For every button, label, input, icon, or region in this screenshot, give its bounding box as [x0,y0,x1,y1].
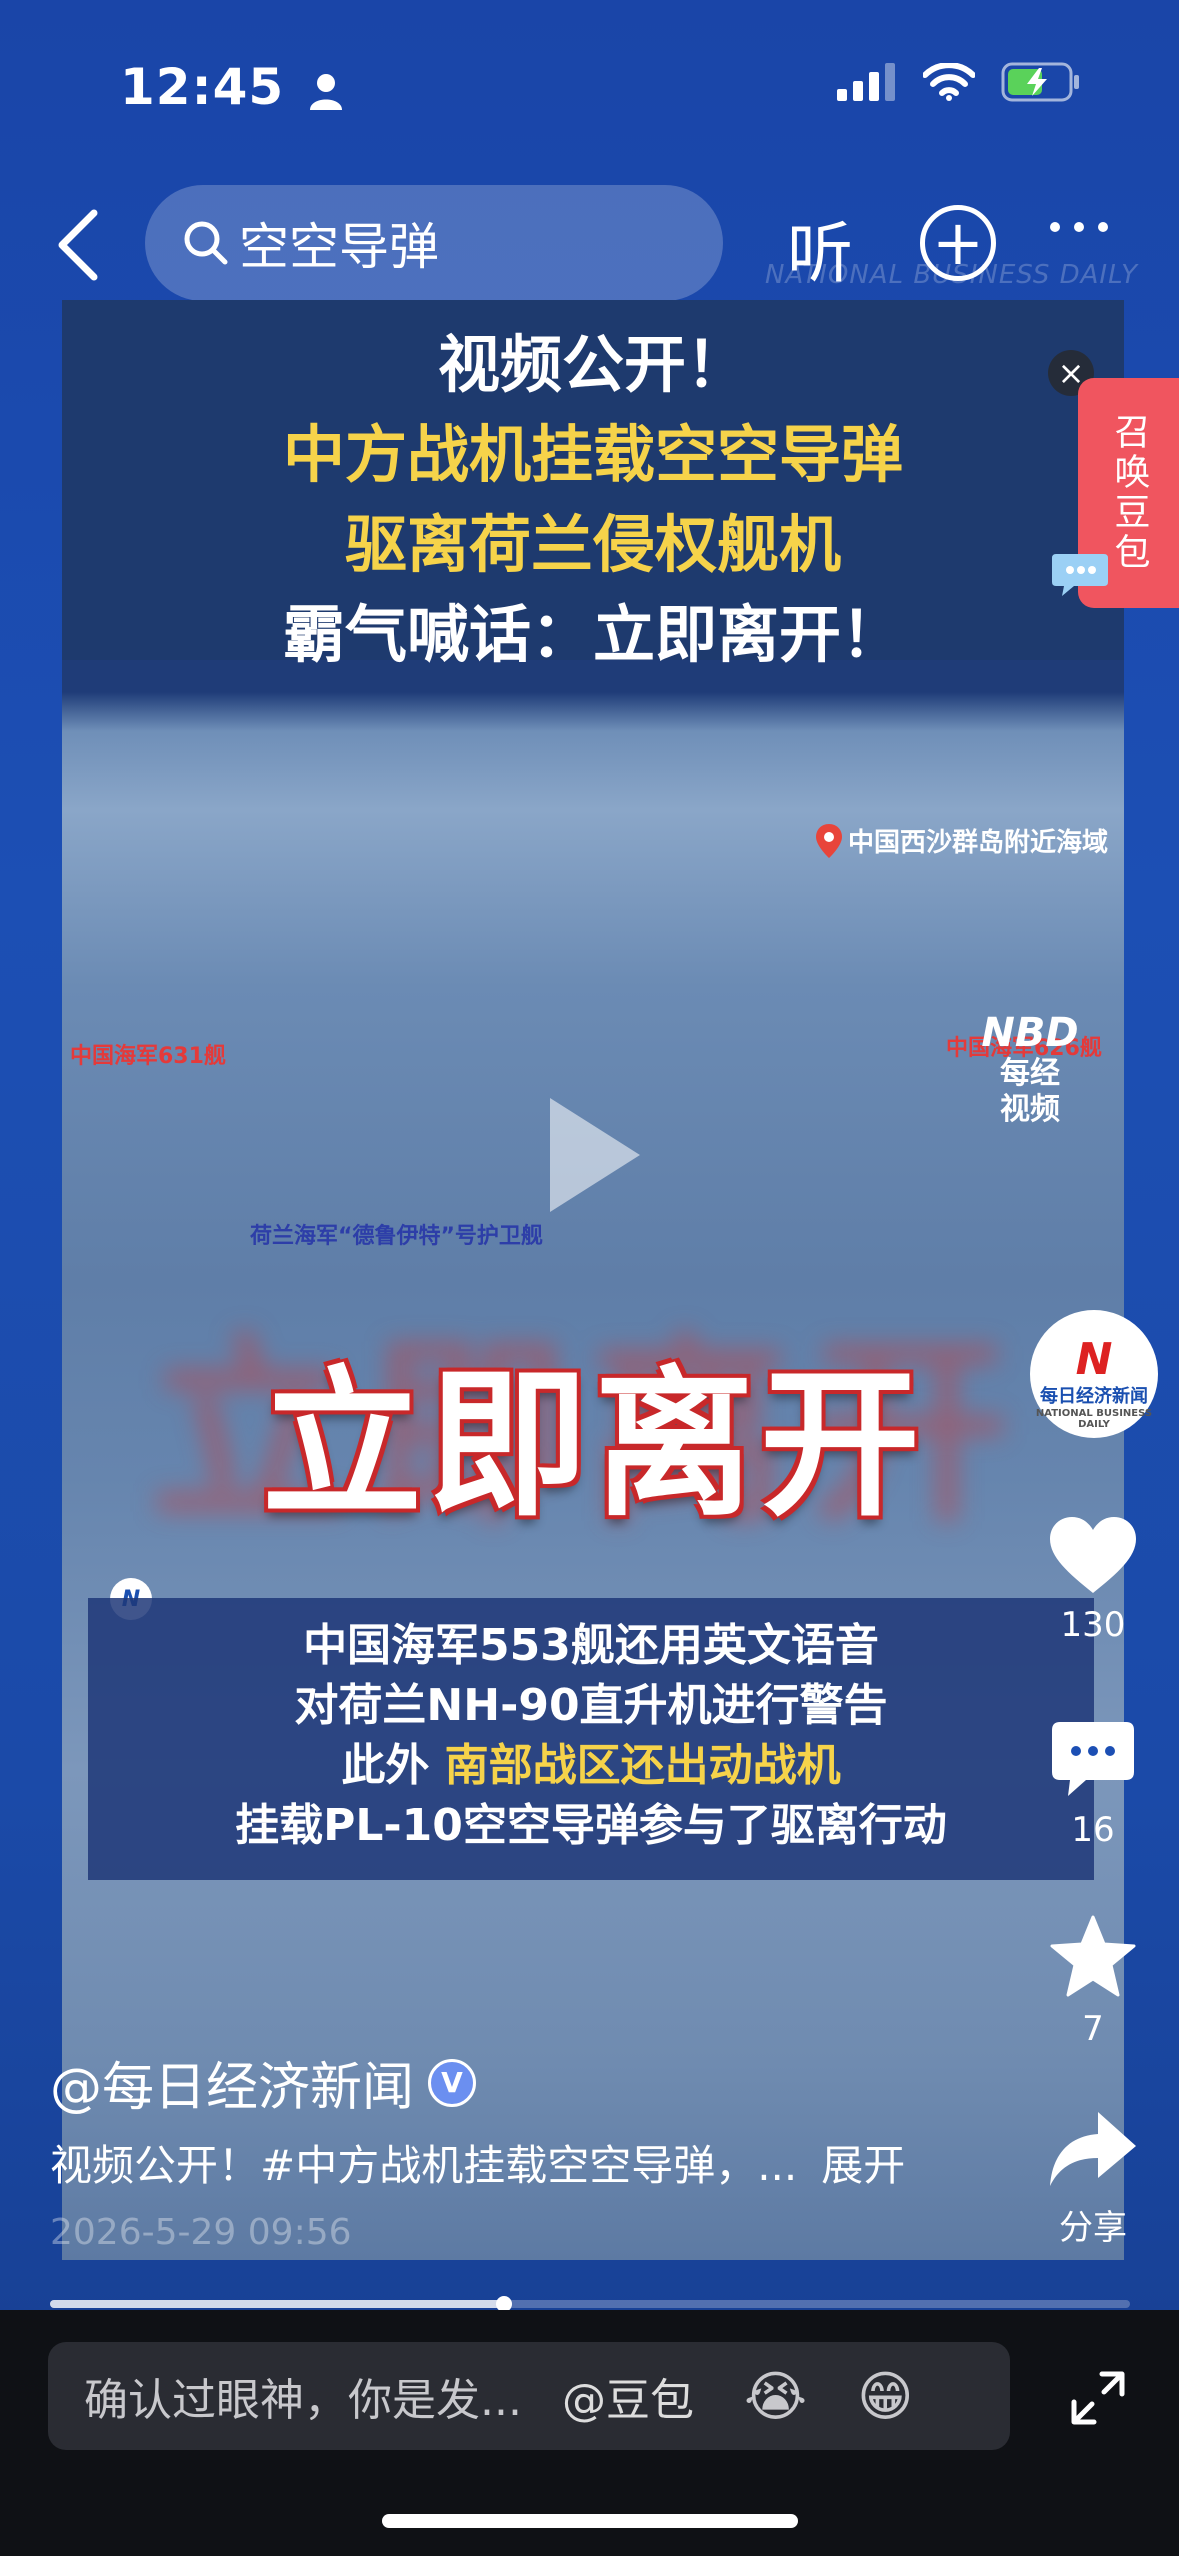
video-progress-fill [50,2300,504,2308]
verified-badge-icon: V [428,2058,477,2107]
heart-icon [1050,1517,1136,1593]
banner-line: 霸气喊话：立即离开！ [282,598,903,671]
expand-link[interactable]: 展开 [821,2141,905,2190]
post-date: 2026-5-29 09:56 [50,2212,352,2253]
nbd-video-logo: NBD 每经 视频 [981,1010,1079,1127]
back-button[interactable] [50,205,110,285]
play-icon [550,1098,640,1212]
share-label: 分享 [1059,2208,1127,2248]
video-big-title: 立即离开 [262,1351,927,1538]
map-pin-icon [816,823,842,858]
chevron-left-icon [58,209,98,281]
ship-label: 荷兰海军“德鲁伊特”号护卫舰 [250,1224,543,1249]
ship-label: 中国海军631舰 [70,1044,226,1069]
search-input[interactable]: 空空导弹 [145,185,723,301]
signal-icon [837,63,895,101]
video-caption: 中国海军553舰还用英文语音 对荷兰NH-90直升机进行警告 此外 南部战区还出… [88,1598,1094,1880]
search-query: 空空导弹 [239,218,439,276]
comment-count: 16 [1071,1810,1115,1850]
search-icon [184,221,228,265]
favorite-button[interactable]: 7 [1018,1915,1168,2049]
person-icon [309,73,342,110]
watermark-text: NATIONAL BUSINESS DAILY [765,260,1138,290]
star-icon [1050,1915,1136,1997]
battery-icon [1001,62,1079,102]
home-indicator [382,2514,798,2528]
banner-line: 中方战机挂载空空导弹 [282,418,903,491]
comment-placeholder: 确认过眼神，你是发... [84,2375,522,2426]
banner-line: 视频公开！ [437,328,748,401]
more-button[interactable] [1050,222,1108,232]
comment-button[interactable]: 16 [1018,1720,1168,1850]
crying-emoji-icon[interactable]: 😭 [744,2365,807,2428]
expand-icon [1071,2371,1125,2425]
fullscreen-button[interactable] [1070,2370,1126,2430]
wifi-icon [923,63,975,101]
chat-bubble-icon[interactable] [1050,550,1110,604]
banner-line: 驱离荷兰侵权舰机 [344,508,841,581]
comment-input[interactable]: 确认过眼神，你是发... @豆包 😭 😁 [48,2342,1010,2450]
author-name[interactable]: @每日经济新闻 V [50,2045,477,2120]
mention-doubao[interactable]: @豆包 [562,2364,694,2428]
author-avatar[interactable]: N 每日经济新闻 NATIONAL BUSINESS DAILY [1030,1310,1158,1438]
video-banner: 视频公开！ 中方战机挂载空空导弹 驱离荷兰侵权舰机 霸气喊话：立即离开！ [62,300,1124,671]
location-label: 中国西沙群岛附近海域 [816,822,1108,859]
share-button[interactable]: 分享 [1018,2110,1168,2249]
favorite-count: 7 [1082,2009,1104,2049]
status-icons [837,62,1081,102]
share-arrow-icon [1050,2112,1136,2186]
post-description[interactable]: 视频公开！#中方战机挂载空空导弹，... 展开 [50,2132,905,2193]
comment-icon [1052,1722,1134,1796]
play-button[interactable] [540,1090,650,1224]
like-button[interactable]: 130 [1018,1515,1168,1645]
status-time: 12:45 [120,58,343,116]
like-count: 130 [1060,1605,1126,1645]
grin-emoji-icon[interactable]: 😁 [857,2365,913,2428]
